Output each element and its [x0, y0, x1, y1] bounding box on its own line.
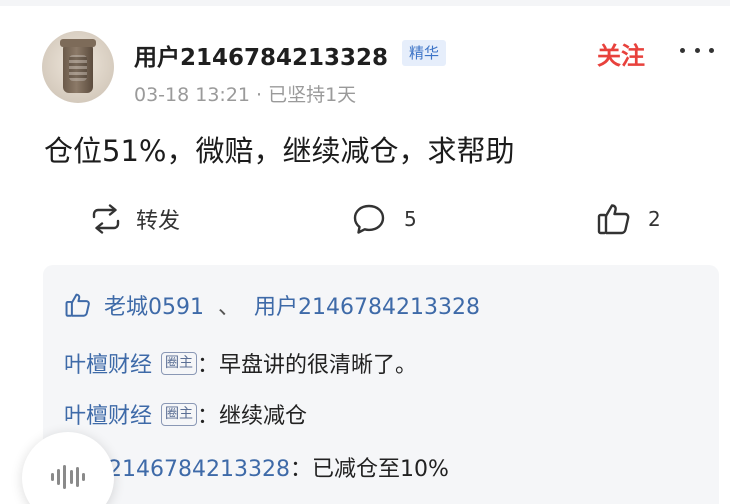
- comment-button[interactable]: 5: [352, 200, 417, 238]
- thumbs-up-icon: [65, 293, 90, 317]
- comment-author[interactable]: 叶檀财经: [64, 347, 152, 379]
- liked-by-row: 老城0591 、 用户2146784213328: [64, 288, 480, 322]
- author-username[interactable]: 用户2146784213328: [134, 38, 388, 72]
- comment-count: 5: [404, 207, 417, 231]
- comment-text: 早盘讲的很清晰了。: [219, 353, 418, 378]
- comment-row[interactable]: 用户2146784213328 ： 已减仓至10%: [64, 450, 449, 484]
- top-strip: [0, 0, 730, 6]
- post-timestamp: 03-18 13:21: [134, 84, 251, 106]
- comment-text: 已减仓至10%: [311, 457, 449, 482]
- avatar[interactable]: [42, 31, 114, 103]
- like-count: 2: [648, 207, 661, 231]
- post-content: 仓位51%，微赔，继续减仓，求帮助: [44, 134, 515, 168]
- comment-colon: ：: [197, 404, 220, 429]
- streak-text: 已坚持1天: [268, 84, 357, 106]
- comment-text: 继续减仓: [219, 404, 308, 429]
- owner-tag: 圈主: [161, 351, 198, 375]
- thumbs-up-icon: [597, 204, 630, 235]
- comment-colon: ：: [197, 353, 220, 378]
- more-dots-icon[interactable]: [680, 38, 714, 62]
- comment-row[interactable]: 叶檀财经 圈主 ： 早盘讲的很清晰了。: [64, 346, 417, 380]
- repost-label: 转发: [136, 209, 181, 234]
- follow-button[interactable]: 关注: [597, 36, 645, 71]
- comment-row[interactable]: 叶檀财经 圈主 ： 继续减仓: [64, 397, 307, 431]
- pottery-jar-avatar-image: [60, 39, 96, 93]
- meta-dot: ·: [256, 84, 263, 106]
- featured-badge: 精华: [402, 40, 447, 66]
- comment-author[interactable]: 叶檀财经: [64, 398, 152, 430]
- voice-wave-icon: [51, 465, 85, 489]
- repost-icon: [92, 204, 120, 234]
- like-button[interactable]: 2: [596, 200, 661, 238]
- liked-user-link[interactable]: 老城0591: [104, 289, 204, 321]
- comment-bubble-icon: [353, 204, 385, 234]
- liked-user-link[interactable]: 用户2146784213328: [254, 289, 480, 321]
- repost-button[interactable]: 转发: [90, 200, 180, 238]
- owner-tag: 圈主: [161, 402, 198, 426]
- post-meta: 03-18 13:21 · 已坚持1天: [134, 80, 356, 107]
- liked-separator: 、: [218, 295, 241, 320]
- comment-colon: ：: [289, 457, 312, 482]
